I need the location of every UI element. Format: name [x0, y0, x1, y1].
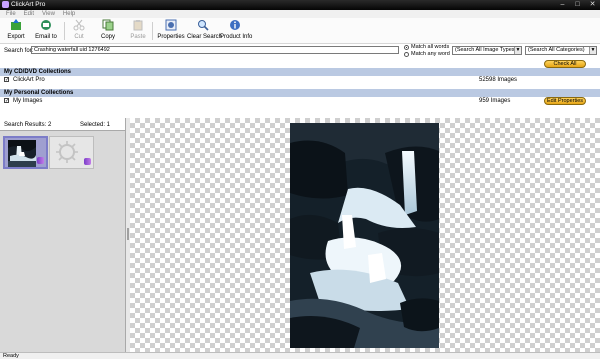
result-thumbnail-waterfall[interactable]	[3, 136, 48, 169]
personal-collections-header: My Personal Collections	[0, 89, 600, 97]
status-bar: Ready	[0, 352, 600, 359]
results-bar: Search Results: 2 Selected: 1	[0, 118, 125, 131]
check-all-button[interactable]: Check All	[544, 60, 586, 68]
match-any-option[interactable]: Match any word	[404, 51, 450, 57]
match-all-radio[interactable]	[404, 44, 409, 50]
image-type-select[interactable]: (Search All Image Types) ▼	[452, 46, 522, 55]
cd-collections-header: My CD/DVD Collections	[0, 68, 600, 76]
match-all-option[interactable]: Match all words	[404, 44, 449, 50]
waterfall-thumbnail-image	[8, 140, 36, 167]
export-icon	[10, 19, 22, 31]
export-button[interactable]: Export	[5, 19, 27, 43]
result-thumbnail-placeholder[interactable]	[49, 136, 94, 169]
personal-collection-row[interactable]: ✓ My Images 959 Images	[0, 97, 600, 105]
cut-button[interactable]: Cut	[70, 19, 88, 43]
maximize-button[interactable]: □	[573, 1, 582, 9]
image-preview-area	[130, 118, 600, 352]
email-button[interactable]: Email to	[33, 19, 59, 43]
product-info-button[interactable]: Product Info	[220, 19, 252, 43]
close-button[interactable]: ✕	[588, 1, 597, 9]
image-type-badge-icon	[84, 158, 91, 165]
title-bar: ClickArt Pro – □ ✕	[0, 0, 600, 10]
edit-properties-button[interactable]: Edit Properties	[544, 97, 586, 105]
selected-count: Selected: 1	[80, 122, 111, 128]
search-results-count: Search Results: 2	[4, 122, 52, 128]
email-icon	[40, 19, 52, 31]
splitter-grip-icon[interactable]	[127, 228, 129, 240]
copy-icon	[102, 19, 114, 31]
match-any-radio[interactable]	[404, 51, 409, 57]
paste-icon	[132, 19, 144, 31]
menu-view[interactable]: View	[38, 10, 59, 18]
properties-icon	[165, 19, 177, 31]
menu-help[interactable]: Help	[59, 10, 79, 18]
search-input[interactable]: Crashing waterfall uid 1276492	[31, 46, 399, 54]
magnifier-icon	[197, 19, 209, 31]
properties-button[interactable]: Properties	[157, 19, 185, 43]
search-row: Search for: Crashing waterfall uid 12764…	[0, 44, 600, 62]
scissors-icon	[73, 19, 85, 31]
clear-search-button[interactable]: Clear Search	[187, 19, 222, 43]
chevron-down-icon[interactable]: ▼	[589, 47, 596, 54]
category-select[interactable]: (Search All Categories) ▼	[525, 46, 597, 55]
menu-edit[interactable]: Edit	[20, 10, 38, 18]
collections-panel: Check All My CD/DVD Collections ✓ ClickA…	[0, 60, 600, 117]
results-pane: Search Results: 2 Selected: 1	[0, 118, 126, 352]
window-title: ClickArt Pro	[11, 1, 46, 8]
toolbar: Export Email to Cut Copy Paste Propertie…	[0, 18, 600, 44]
menu-file[interactable]: File	[2, 10, 20, 18]
placeholder-image-icon	[53, 139, 81, 166]
search-label: Search for:	[4, 48, 34, 54]
waterfall-preview-image	[290, 123, 439, 348]
menu-bar: File Edit View Help	[0, 10, 600, 18]
personal-collection-checkbox[interactable]: ✓	[4, 98, 9, 104]
info-icon	[229, 19, 241, 31]
cd-collection-row[interactable]: ✓ ClickArt Pro 52598 Images	[0, 76, 600, 84]
app-icon	[2, 1, 9, 8]
image-type-badge-icon	[37, 157, 44, 164]
cd-collection-checkbox[interactable]: ✓	[4, 77, 9, 83]
copy-button[interactable]: Copy	[99, 19, 117, 43]
paste-button[interactable]: Paste	[129, 19, 147, 43]
minimize-button[interactable]: –	[558, 1, 567, 9]
chevron-down-icon[interactable]: ▼	[514, 47, 521, 54]
